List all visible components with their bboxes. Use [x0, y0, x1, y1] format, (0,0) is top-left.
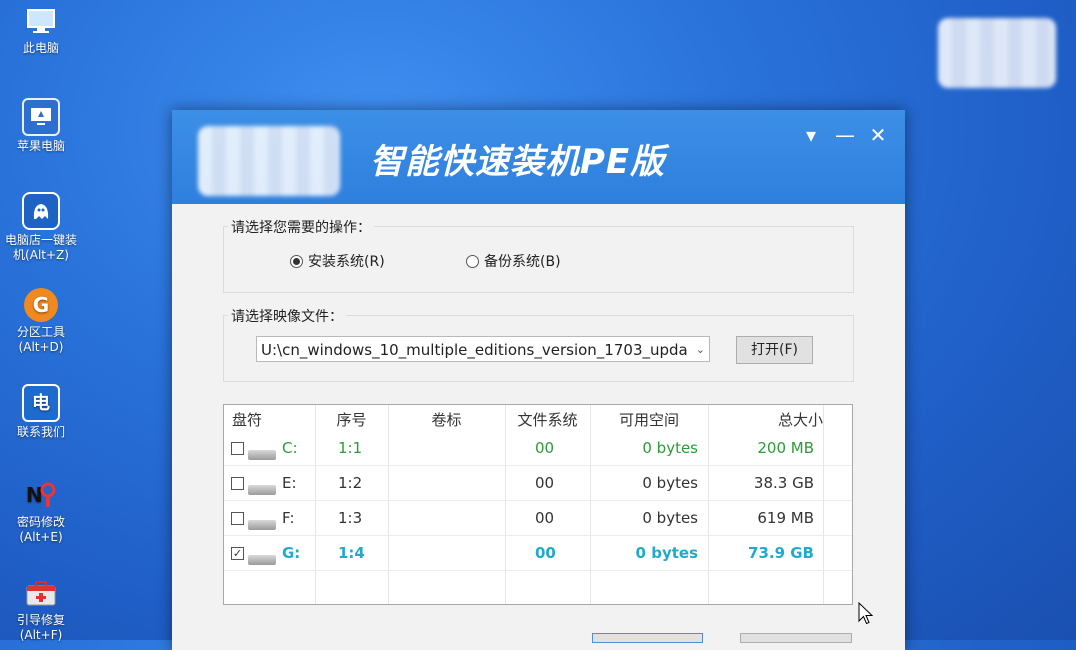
ghost-icon	[22, 192, 60, 230]
primary-action-button[interactable]	[592, 633, 703, 643]
cell-free-space: 0 bytes	[642, 509, 698, 527]
cell-total-size: 619 MB	[757, 509, 814, 527]
mouse-cursor-icon	[858, 601, 874, 630]
backup-system-radio[interactable]: 备份系统(B)	[466, 251, 561, 271]
drive-icon	[248, 555, 276, 565]
password-np-icon: N	[24, 478, 58, 512]
desktop-icon-label: 引导修复(Alt+F)	[16, 613, 65, 642]
column-header-label[interactable]: 卷标	[388, 405, 505, 435]
chevron-down-icon: ⌄	[695, 343, 705, 356]
open-file-button[interactable]: 打开(F)	[736, 336, 813, 364]
drive-icon	[248, 520, 276, 530]
row-checkbox-checked[interactable]: ✓	[231, 547, 244, 560]
desktop-icon-apple-pc[interactable]: 苹果电脑	[0, 98, 82, 154]
cell-drive: F:	[282, 509, 295, 527]
blurred-brand-logo	[198, 126, 340, 196]
row-checkbox[interactable]	[231, 442, 244, 455]
cell-index: 1:4	[338, 544, 365, 562]
cell-index: 1:1	[338, 439, 363, 457]
desktop-icon-label: 苹果电脑	[16, 139, 65, 153]
image-file-group-title: 请选择映像文件：	[228, 306, 346, 326]
secondary-action-button[interactable]	[740, 633, 852, 643]
column-header-drive[interactable]: 盘符	[224, 405, 270, 435]
radio-dot-selected	[290, 254, 303, 268]
svg-text:N: N	[26, 483, 43, 507]
partition-table: 盘符 序号 卷标 文件系统 可用空间 总大小 C: 1:1 00 0 bytes…	[223, 404, 853, 605]
desktop-icon-one-click-install[interactable]: 电脑店一键装机(Alt+Z)	[0, 192, 82, 263]
desktop-icon-label: 电脑店一键装机(Alt+Z)	[4, 233, 77, 262]
cell-filesystem: 00	[535, 439, 555, 457]
radio-dot	[466, 254, 479, 268]
radio-label: 安装系统(R)	[308, 254, 385, 270]
monitor-icon	[24, 4, 58, 38]
row-checkbox[interactable]	[231, 477, 244, 490]
drive-icon	[248, 450, 276, 460]
window-title: 智能快速装机PE版	[370, 142, 666, 182]
desktop-icon-label: 密码修改(Alt+E)	[16, 515, 65, 544]
cell-drive: E:	[282, 474, 297, 492]
row-divider	[224, 570, 852, 571]
cell-index: 1:2	[338, 474, 363, 492]
toolbox-icon	[24, 576, 58, 610]
drive-icon	[248, 485, 276, 495]
desktop-icon-boot-repair[interactable]: 引导修复(Alt+F)	[0, 576, 82, 643]
desktop-icon-password-edit[interactable]: N 密码修改(Alt+E)	[0, 478, 82, 545]
cell-filesystem: 00	[535, 509, 555, 527]
desktop-icon-this-pc[interactable]: 此电脑	[0, 4, 82, 56]
cell-index: 1:3	[338, 509, 363, 527]
radio-label: 备份系统(B)	[484, 254, 561, 270]
column-divider	[823, 405, 824, 604]
cell-drive: G:	[282, 544, 301, 562]
image-file-select[interactable]: U:\cn_windows_10_multiple_editions_versi…	[256, 336, 710, 362]
cell-free-space: 0 bytes	[635, 544, 698, 562]
desktop-icon-partition-tool[interactable]: G 分区工具(Alt+D)	[0, 288, 82, 355]
cell-total-size: 200 MB	[757, 439, 814, 457]
cell-filesystem: 00	[535, 474, 555, 492]
minimize-button[interactable]: —	[834, 124, 856, 146]
window-header: 智能快速装机PE版 ▾ — ✕	[172, 110, 905, 204]
desktop-icon-label: 分区工具(Alt+D)	[16, 325, 65, 354]
cell-free-space: 0 bytes	[642, 474, 698, 492]
image-file-path: U:\cn_windows_10_multiple_editions_versi…	[261, 341, 688, 359]
cell-filesystem: 00	[535, 544, 556, 562]
menu-dropdown-icon[interactable]: ▾	[800, 124, 822, 146]
partition-g-icon: G	[24, 288, 58, 322]
desktop-icon-contact-us[interactable]: 电 联系我们	[0, 384, 82, 440]
dian-badge-icon: 电	[22, 384, 60, 422]
cell-total-size: 73.9 GB	[748, 544, 814, 562]
blurred-logo	[938, 18, 1056, 88]
cell-free-space: 0 bytes	[642, 439, 698, 457]
row-checkbox[interactable]	[231, 512, 244, 525]
apple-monitor-icon	[22, 98, 60, 136]
install-system-radio[interactable]: 安装系统(R)	[290, 251, 385, 271]
cell-total-size: 38.3 GB	[753, 474, 814, 492]
desktop-icon-label: 此电脑	[22, 41, 59, 55]
close-button[interactable]: ✕	[867, 124, 889, 146]
cell-drive: C:	[282, 439, 298, 457]
operation-group-title: 请选择您需要的操作：	[228, 217, 374, 237]
desktop-icon-label: 联系我们	[16, 425, 65, 439]
